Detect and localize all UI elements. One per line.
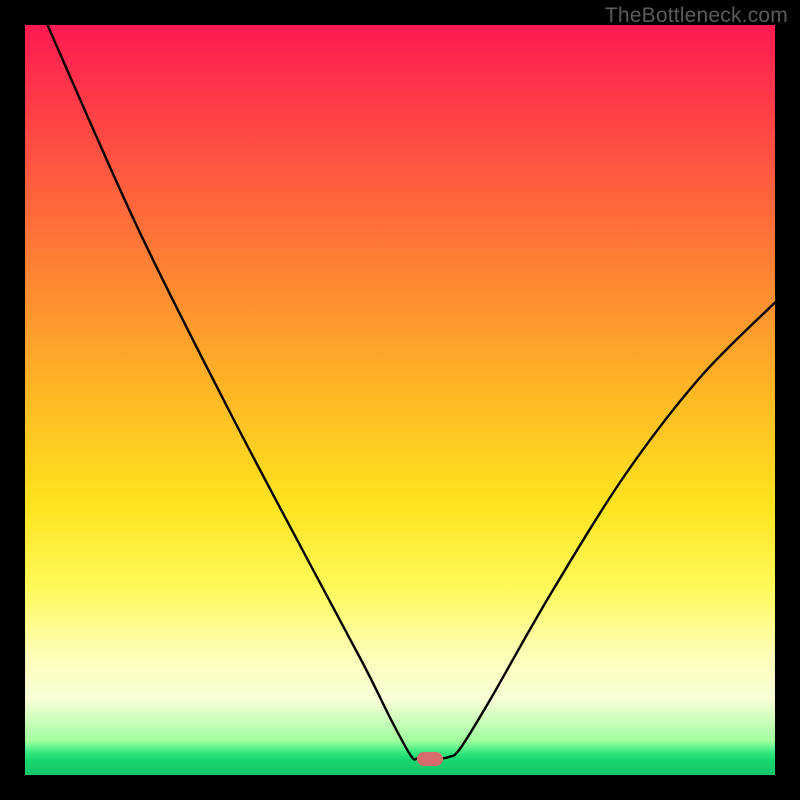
optimal-marker: [417, 752, 443, 766]
chart-frame: TheBottleneck.com: [0, 0, 800, 800]
plot-area: [25, 25, 775, 775]
watermark-text: TheBottleneck.com: [605, 4, 788, 28]
curve-path: [48, 25, 776, 760]
bottleneck-curve: [25, 25, 775, 775]
